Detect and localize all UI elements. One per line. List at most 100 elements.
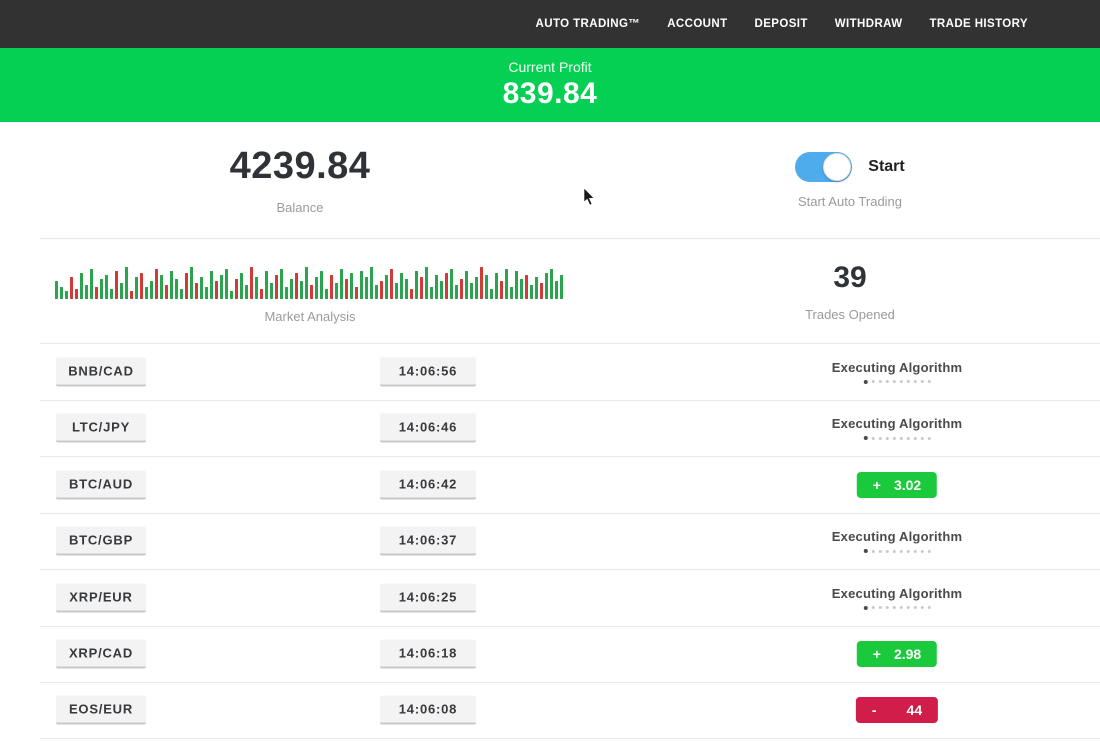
pair-badge[interactable]: XRP/CAD [56, 640, 146, 669]
green-bar [305, 267, 308, 299]
green-bar [430, 287, 433, 299]
green-bar [495, 273, 498, 299]
dot [864, 436, 868, 440]
green-bar [110, 289, 113, 299]
auto-trading-toggle[interactable] [795, 152, 852, 182]
result-value: 2.98 [894, 646, 921, 662]
green-bar [100, 279, 103, 299]
red-bar [295, 273, 298, 299]
red-bar [185, 273, 188, 299]
progress-dots-icon [832, 436, 962, 440]
red-bar [155, 269, 158, 299]
trade-result-badge: +3.02 [857, 472, 937, 498]
trade-time-badge: 14:06:42 [380, 470, 476, 499]
pair-badge[interactable]: XRP/EUR [56, 583, 146, 612]
green-bar [475, 277, 478, 299]
green-bar [300, 281, 303, 299]
green-bar [545, 273, 548, 299]
green-bar [505, 269, 508, 299]
executing-status: Executing Algorithm [832, 360, 962, 384]
red-bar [275, 275, 278, 299]
green-bar [520, 279, 523, 299]
red-bar [525, 275, 528, 299]
market-analysis-label: Market Analysis [55, 309, 565, 324]
dot [872, 437, 875, 440]
dot [914, 380, 917, 383]
dot [864, 549, 868, 553]
current-profit-label: Current Profit [508, 59, 591, 75]
green-bar [225, 269, 228, 299]
green-bar [230, 291, 233, 299]
auto-trading-app: AUTO TRADING™ ACCOUNT DEPOSIT WITHDRAW TRADE… [0, 0, 1100, 742]
nav-item-trade-history[interactable]: TRADE HISTORY [930, 18, 1029, 30]
dot [886, 550, 889, 553]
dot [921, 437, 924, 440]
green-bar [455, 285, 458, 299]
pair-badge[interactable]: BNB/CAD [56, 357, 146, 386]
green-bar [375, 285, 378, 299]
nav-item-account[interactable]: ACCOUNT [667, 18, 727, 30]
green-bar [65, 291, 68, 299]
red-bar [540, 283, 543, 299]
dot [886, 380, 889, 383]
dot [872, 606, 875, 609]
dot [914, 550, 917, 553]
pair-badge[interactable]: LTC/JPY [56, 414, 146, 443]
table-row: BTC/AUD 14:06:42 +3.02 [40, 456, 1100, 513]
green-bar [105, 275, 108, 299]
nav-item-withdraw[interactable]: WITHDRAW [835, 18, 903, 30]
green-bar [170, 271, 173, 299]
current-profit-banner: Current Profit 839.84 [0, 48, 1100, 122]
dot [864, 380, 868, 384]
dot [928, 380, 931, 383]
pair-badge[interactable]: BTC/GBP [56, 527, 146, 556]
red-bar [390, 269, 393, 299]
green-bar [60, 287, 63, 299]
green-bar [435, 275, 438, 299]
result-sign: + [873, 646, 881, 662]
trade-time-badge: 14:06:56 [380, 357, 476, 386]
dot [893, 380, 896, 383]
red-bar [235, 279, 238, 299]
progress-dots-icon [832, 549, 962, 553]
green-bar [280, 269, 283, 299]
green-bar [125, 267, 128, 299]
red-bar [130, 291, 133, 299]
dot [921, 550, 924, 553]
green-bar [160, 275, 163, 299]
dot [921, 606, 924, 609]
green-bar [220, 275, 223, 299]
green-bar [175, 279, 178, 299]
dot [928, 550, 931, 553]
pair-badge[interactable]: EOS/EUR [56, 696, 146, 725]
executing-label: Executing Algorithm [832, 416, 962, 431]
green-bar [90, 269, 93, 299]
dot [907, 606, 910, 609]
result-value: 44 [907, 702, 923, 718]
nav-item-deposit[interactable]: DEPOSIT [755, 18, 808, 30]
green-bar [335, 283, 338, 299]
green-bar [245, 285, 248, 299]
green-bar [200, 277, 203, 299]
red-bar [330, 275, 333, 299]
trade-time-badge: 14:06:37 [380, 527, 476, 556]
dot [914, 606, 917, 609]
nav-item-auto-trading[interactable]: AUTO TRADING™ [536, 18, 641, 30]
dot [900, 380, 903, 383]
red-bar [75, 289, 78, 299]
green-bar [485, 275, 488, 299]
green-bar [550, 269, 553, 299]
dot [879, 437, 882, 440]
red-bar [345, 279, 348, 299]
dot [928, 437, 931, 440]
green-bar [425, 267, 428, 299]
pair-badge[interactable]: BTC/AUD [56, 470, 146, 499]
trade-result-badge: +2.98 [857, 641, 937, 667]
green-bar [360, 271, 363, 299]
table-row: XRP/EUR 14:06:25 Executing Algorithm [40, 569, 1100, 626]
green-bar [415, 271, 418, 299]
green-bar [385, 275, 388, 299]
red-bar [410, 289, 413, 299]
toggle-label: Start [868, 158, 904, 176]
dot [886, 606, 889, 609]
